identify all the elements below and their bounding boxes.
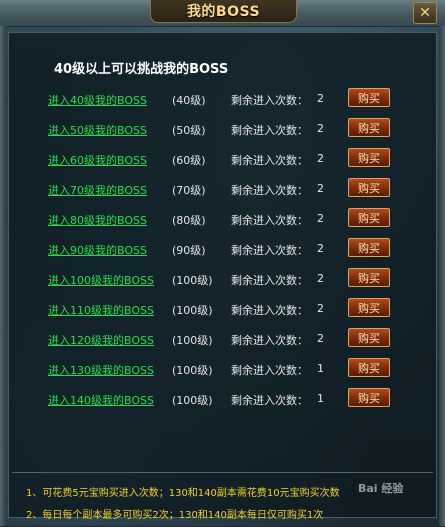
remaining-entries-count: 2 [317,212,324,225]
boss-row-80: 进入80级我的BOSS (80级) 剩余进入次数： 2 购买 [0,206,445,236]
enter-boss-link[interactable]: 进入100级我的BOSS [48,272,154,288]
notes-divider [12,472,433,473]
remaining-entries-label: 剩余进入次数： [231,394,308,407]
remaining-entries-label: 剩余进入次数： [231,304,308,317]
remaining-entries-label: 剩余进入次数： [231,214,308,227]
remaining-entries-count: 1 [317,392,324,405]
remaining-entries-count: 2 [317,242,324,255]
enter-boss-link[interactable]: 进入70级我的BOSS [48,182,147,198]
enter-boss-link[interactable]: 进入80级我的BOSS [48,212,147,228]
buy-button[interactable]: 购买 [348,88,390,107]
remaining-entries-count: 2 [317,122,324,135]
enter-boss-link[interactable]: 进入90级我的BOSS [48,242,147,258]
remaining-entries-count: 2 [317,332,324,345]
buy-button[interactable]: 购买 [348,178,390,197]
enter-boss-link[interactable]: 进入110级我的BOSS [48,302,154,318]
boss-level: (70级) [172,184,206,197]
buy-button[interactable]: 购买 [348,208,390,227]
remaining-entries-label: 剩余进入次数： [231,274,308,287]
enter-boss-link[interactable]: 进入50级我的BOSS [48,122,147,138]
boss-level: (100级) [172,274,213,287]
remaining-entries-label: 剩余进入次数： [231,334,308,347]
boss-list: 进入40级我的BOSS (40级) 剩余进入次数： 2 购买 进入50级我的BO… [0,86,445,416]
remaining-entries-label: 剩余进入次数： [231,124,308,137]
buy-button[interactable]: 购买 [348,328,390,347]
close-button[interactable]: ✕ [413,2,437,24]
boss-level: (100级) [172,304,213,317]
boss-row-110: 进入110级我的BOSS (100级) 剩余进入次数： 2 购买 [0,296,445,326]
enter-boss-link[interactable]: 进入40级我的BOSS [48,92,147,108]
boss-level: (80级) [172,214,206,227]
remaining-entries-count: 1 [317,362,324,375]
boss-row-40: 进入40级我的BOSS (40级) 剩余进入次数： 2 购买 [0,86,445,116]
dialog-title: 我的BOSS [186,4,261,20]
buy-button[interactable]: 购买 [348,388,390,407]
buy-button[interactable]: 购买 [348,268,390,287]
remaining-entries-label: 剩余进入次数： [231,154,308,167]
remaining-entries-count: 2 [317,182,324,195]
title-bar[interactable]: 我的BOSS ✕ [0,0,445,27]
close-icon: ✕ [419,5,431,21]
remaining-entries-label: 剩余进入次数： [231,94,308,107]
enter-boss-link[interactable]: 进入60级我的BOSS [48,152,147,168]
remaining-entries-label: 剩余进入次数： [231,364,308,377]
buy-button[interactable]: 购买 [348,118,390,137]
challenge-header: 40级以上可以挑战我的BOSS [54,62,229,77]
enter-boss-link[interactable]: 进入140级我的BOSS [48,392,154,408]
buy-button[interactable]: 购买 [348,298,390,317]
boss-level: (60级) [172,154,206,167]
remaining-entries-count: 2 [317,272,324,285]
buy-button[interactable]: 购买 [348,148,390,167]
boss-row-130: 进入130级我的BOSS (100级) 剩余进入次数： 1 购买 [0,356,445,386]
enter-boss-link[interactable]: 进入130级我的BOSS [48,362,154,378]
remaining-entries-count: 2 [317,302,324,315]
title-plate: 我的BOSS [150,0,297,23]
boss-row-60: 进入60级我的BOSS (60级) 剩余进入次数： 2 购买 [0,146,445,176]
boss-level: (100级) [172,364,213,377]
boss-row-120: 进入120级我的BOSS (100级) 剩余进入次数： 2 购买 [0,326,445,356]
boss-level: (90级) [172,244,206,257]
boss-row-140: 进入140级我的BOSS (100级) 剩余进入次数： 1 购买 [0,386,445,416]
boss-row-100: 进入100级我的BOSS (100级) 剩余进入次数： 2 购买 [0,266,445,296]
watermark-logo: Bai 经验 [358,482,404,495]
remaining-entries-label: 剩余进入次数： [231,184,308,197]
buy-button[interactable]: 购买 [348,238,390,257]
boss-level: (50级) [172,124,206,137]
my-boss-dialog: 我的BOSS ✕ 40级以上可以挑战我的BOSS 进入40级我的BOSS (40… [0,0,445,526]
buy-button[interactable]: 购买 [348,358,390,377]
enter-boss-link[interactable]: 进入120级我的BOSS [48,332,154,348]
boss-level: (100级) [172,394,213,407]
boss-level: (40级) [172,94,206,107]
boss-row-70: 进入70级我的BOSS (70级) 剩余进入次数： 2 购买 [0,176,445,206]
remaining-entries-label: 剩余进入次数： [231,244,308,257]
boss-row-90: 进入90级我的BOSS (90级) 剩余进入次数： 2 购买 [0,236,445,266]
boss-row-50: 进入50级我的BOSS (50级) 剩余进入次数： 2 购买 [0,116,445,146]
boss-level: (100级) [172,334,213,347]
remaining-entries-count: 2 [317,92,324,105]
note-line: 2、每日每个副本最多可购买2次；130和140副本每日仅可购买1次 [26,510,324,521]
remaining-entries-count: 2 [317,152,324,165]
